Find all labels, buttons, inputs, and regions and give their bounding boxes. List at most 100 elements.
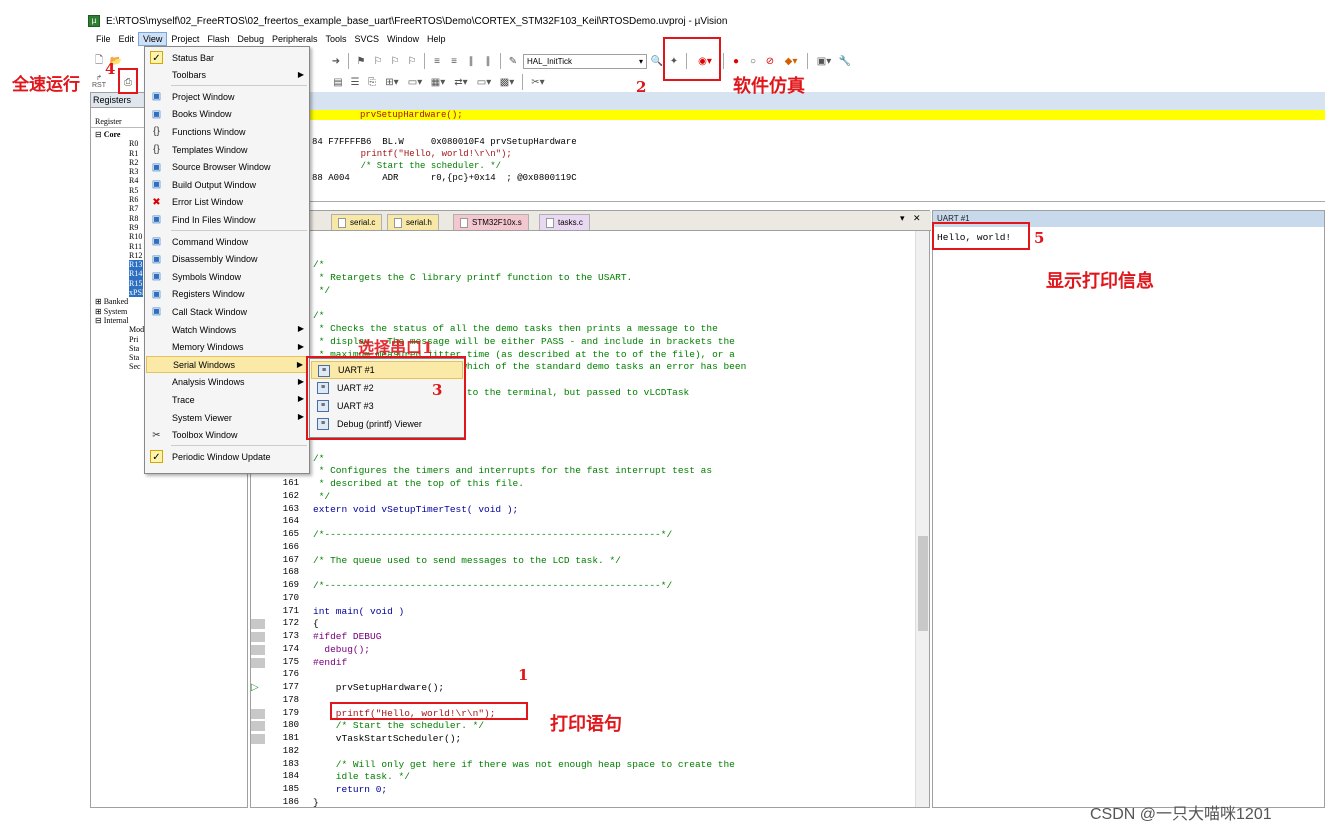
- breakpoint-margin-marker[interactable]: [251, 632, 265, 642]
- code-line[interactable]: /* The queue used to send messages to th…: [313, 555, 621, 566]
- disassembly-line[interactable]: /* Start the scheduler. */: [312, 161, 501, 171]
- find-in-files-icon[interactable]: 🔍: [650, 54, 664, 68]
- view-menu-system-viewer[interactable]: System Viewer ▶: [146, 409, 308, 426]
- menu-window[interactable]: Window: [383, 33, 423, 45]
- bookmark-icon[interactable]: ⚑: [354, 54, 368, 68]
- view-menu-toolbars[interactable]: Toolbars ▶: [146, 67, 308, 84]
- tab-tasks-c[interactable]: tasks.c: [539, 214, 590, 230]
- code-line[interactable]: debug();: [313, 644, 370, 655]
- code-line[interactable]: idle task. */: [313, 771, 410, 782]
- view-menu-books-window[interactable]: ▣ Books Window: [146, 106, 308, 123]
- registers-toggle-icon[interactable]: ⊞▾: [382, 75, 402, 89]
- pane-close-icon[interactable]: ✕: [913, 213, 921, 223]
- register-r15[interactable]: R15: [129, 278, 143, 289]
- view-menu-functions-window[interactable]: {} Functions Window: [146, 123, 308, 140]
- menu-view[interactable]: View: [138, 32, 168, 46]
- view-menu-source-browser-window[interactable]: ▣ Source Browser Window: [146, 159, 308, 176]
- disassembly-line[interactable]: 84 F7FFFFB6 BL.W 0x080010F4 prvSetupHard…: [312, 137, 577, 147]
- tree-toggle-icon[interactable]: ⊞: [95, 297, 104, 306]
- breakpoint-disable-icon[interactable]: ⊘: [763, 54, 777, 68]
- code-line[interactable]: prvSetupHardware();: [313, 682, 444, 693]
- view-menu-toolbox-window[interactable]: ✂ Toolbox Window: [146, 427, 308, 444]
- bookmark-prev-icon[interactable]: ⚐: [371, 54, 385, 68]
- nav-forward-icon[interactable]: ➜: [329, 54, 343, 68]
- call-stack-toggle-icon[interactable]: ▭▾: [405, 75, 425, 89]
- breakpoint-enable-icon[interactable]: ○: [746, 54, 760, 68]
- tree-toggle-icon[interactable]: ⊞: [95, 307, 104, 316]
- find-function-icon[interactable]: ✎: [506, 54, 520, 68]
- view-menu-project-window[interactable]: ▣ Project Window: [146, 88, 308, 105]
- tree-toggle-icon[interactable]: ⊟: [95, 316, 104, 325]
- register-xpsr[interactable]: xPSR: [129, 288, 147, 298]
- tab-stm32f10x-s[interactable]: STM32F10x.s: [453, 214, 529, 230]
- disassembly-line[interactable]: printf("Hello, world!\r\n");: [312, 149, 512, 159]
- window-layout-icon[interactable]: ▣▾: [813, 54, 835, 68]
- bookmark-clear-icon[interactable]: ⚐: [405, 54, 419, 68]
- view-menu-serial-windows[interactable]: Serial Windows ▶: [146, 356, 308, 374]
- memory-toggle-icon[interactable]: ⇄▾: [451, 75, 471, 89]
- code-line[interactable]: return 0;: [313, 784, 387, 795]
- menu-peripherals[interactable]: Peripherals: [268, 33, 322, 45]
- code-line[interactable]: vTaskStartScheduler();: [313, 733, 461, 744]
- editor-vertical-scrollbar[interactable]: [915, 231, 929, 807]
- watch-toggle-icon[interactable]: ▦▾: [428, 75, 448, 89]
- scrollbar-thumb[interactable]: [918, 536, 928, 631]
- code-line[interactable]: /* Will only get here if there was not e…: [313, 759, 735, 770]
- breakpoint-margin-marker[interactable]: [251, 657, 265, 668]
- new-file-icon[interactable]: 🗋: [92, 54, 106, 68]
- code-line[interactable]: #ifdef DEBUG: [313, 631, 381, 642]
- tab-serial-h[interactable]: serial.h: [387, 214, 439, 230]
- menu-flash[interactable]: Flash: [203, 33, 233, 45]
- configure-icon[interactable]: 🔧: [838, 54, 852, 68]
- view-menu-command-window[interactable]: ▣ Command Window: [146, 233, 308, 250]
- code-line[interactable]: int main( void ): [313, 606, 404, 617]
- view-menu-trace[interactable]: Trace ▶: [146, 391, 308, 408]
- view-menu-disassembly-window[interactable]: ▣ Disassembly Window: [146, 251, 308, 268]
- register-r14[interactable]: R14: [129, 269, 143, 279]
- pane-dropdown-icon[interactable]: ▾: [900, 213, 905, 223]
- indent-icon[interactable]: ≡: [430, 54, 444, 68]
- command-window-toggle-icon[interactable]: ▤: [331, 75, 345, 89]
- menu-debug[interactable]: Debug: [233, 33, 268, 45]
- unindent-icon[interactable]: ≡: [447, 54, 461, 68]
- code-line[interactable]: /* Start the scheduler. */: [313, 720, 484, 731]
- breakpoint-margin-marker[interactable]: [251, 708, 265, 719]
- reset-button[interactable]: ↱ RST: [92, 75, 106, 89]
- kill-breakpoints-icon[interactable]: ◆▾: [780, 54, 802, 68]
- menu-svcs[interactable]: SVCS: [351, 33, 384, 45]
- code-line[interactable]: * Retargets the C library printf functio…: [313, 272, 633, 283]
- view-menu-status-bar[interactable]: ✓ Status Bar: [146, 49, 308, 66]
- code-line[interactable]: /*: [313, 259, 324, 270]
- view-menu-memory-windows[interactable]: Memory Windows ▶: [146, 339, 308, 356]
- code-line[interactable]: * Checks the status of all the demo task…: [313, 323, 718, 334]
- view-menu-registers-window[interactable]: ▣ Registers Window: [146, 286, 308, 303]
- code-line[interactable]: */: [313, 491, 330, 502]
- view-menu-call-stack-window[interactable]: ▣ Call Stack Window: [146, 303, 308, 320]
- breakpoint-icon[interactable]: ●: [729, 54, 743, 68]
- disassembly-toggle-icon[interactable]: ☰: [348, 75, 362, 89]
- bookmark-next-icon[interactable]: ⚐: [388, 54, 402, 68]
- menu-project[interactable]: Project: [167, 33, 203, 45]
- menu-file[interactable]: File: [92, 33, 115, 45]
- menu-edit[interactable]: Edit: [115, 33, 139, 45]
- code-line[interactable]: #endif: [313, 657, 347, 668]
- view-menu-analysis-windows[interactable]: Analysis Windows ▶: [146, 374, 308, 391]
- menu-help[interactable]: Help: [423, 33, 450, 45]
- menu-tools[interactable]: Tools: [321, 33, 350, 45]
- analysis-toggle-icon[interactable]: ▩▾: [497, 75, 517, 89]
- breakpoint-margin-marker[interactable]: [251, 644, 265, 655]
- code-line[interactable]: extern void vSetupTimerTest( void );: [313, 504, 518, 515]
- code-line[interactable]: */: [313, 285, 330, 296]
- code-line[interactable]: }: [313, 797, 319, 808]
- breakpoint-margin-marker[interactable]: [251, 734, 265, 744]
- breakpoint-margin-marker[interactable]: [251, 619, 265, 630]
- breakpoint-margin-marker[interactable]: [251, 721, 265, 732]
- symbols-toggle-icon[interactable]: ⎘: [365, 75, 379, 89]
- view-menu-watch-windows[interactable]: Watch Windows ▶: [146, 321, 308, 338]
- uncomment-icon[interactable]: ∥: [481, 54, 495, 68]
- view-menu-symbols-window[interactable]: ▣ Symbols Window: [146, 268, 308, 285]
- code-line[interactable]: /*: [313, 453, 324, 464]
- comment-icon[interactable]: ∥: [464, 54, 478, 68]
- code-line[interactable]: * described at the top of this file.: [313, 478, 524, 489]
- view-menu-templates-window[interactable]: {} Templates Window: [146, 141, 308, 158]
